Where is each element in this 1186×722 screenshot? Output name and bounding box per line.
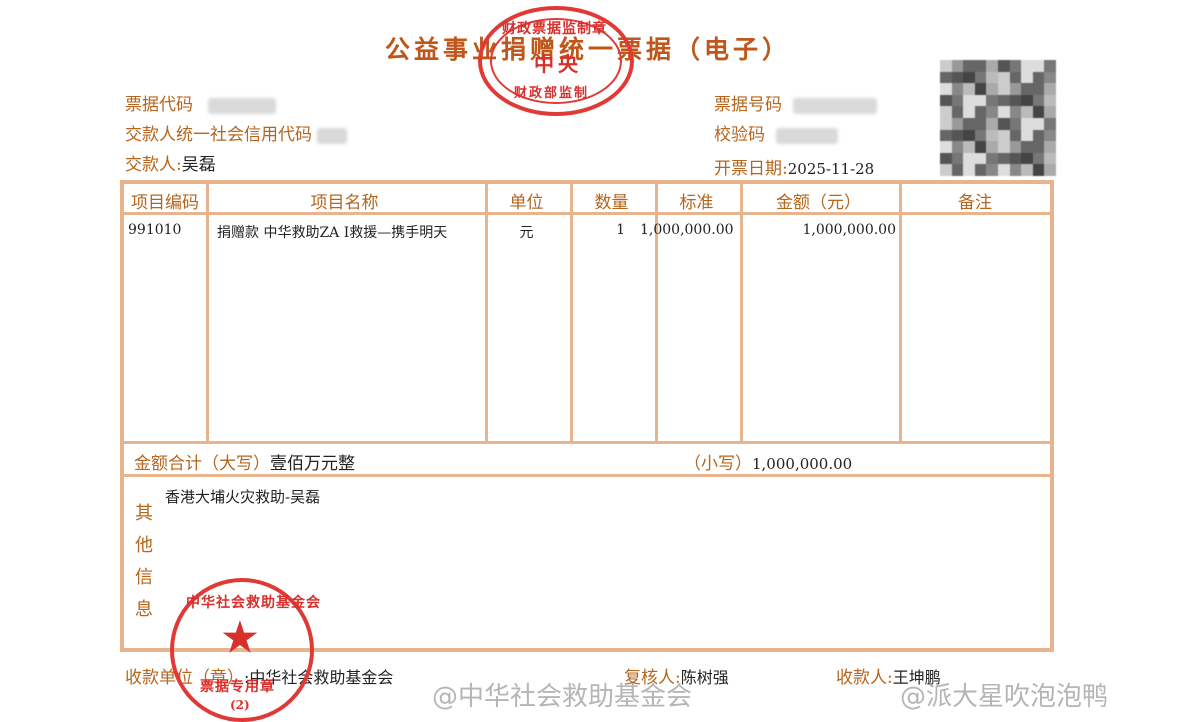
total-upper-value: 壹佰万元整 — [270, 454, 355, 474]
col-header-note: 备注 — [958, 193, 992, 213]
receipt-code-redacted — [208, 97, 277, 114]
issue-date-row: 开票日期:2025-11-28 — [714, 154, 874, 179]
col-header-name: 项目名称 — [310, 193, 379, 213]
col-header-qty: 数量 — [594, 193, 629, 213]
table-cell-qty: 1 — [616, 222, 625, 238]
stamp-number-text: (2) — [230, 698, 250, 712]
credit-code-redacted — [317, 127, 348, 144]
col-header-unit: 单位 — [509, 193, 544, 213]
check-code-label: 校验码 — [714, 125, 765, 145]
stamp-outer-text: 财政票据监制章 — [502, 21, 607, 37]
receipt-number-redacted — [793, 97, 878, 114]
watermark-left: @中华社会救助基金会 — [432, 682, 693, 712]
receipt-number-row: 票据号码 — [714, 90, 878, 115]
payer-row: 交款人:吴磊 — [125, 150, 216, 175]
star-icon: ★ — [222, 614, 258, 661]
total-lower-label: （小写） — [684, 454, 752, 474]
stamp-purpose-text: 票据专用章 — [200, 679, 275, 695]
stamp-center-text: 中央 — [534, 52, 582, 76]
payee-label: 收款人: — [836, 668, 893, 688]
col-header-amount: 金额（元） — [776, 193, 861, 213]
credit-code-row: 交款人统一社会信用代码 — [125, 120, 348, 145]
table-cell-standard: 1,000,000.00 — [640, 222, 734, 238]
table-cell-code: 991010 — [128, 222, 182, 238]
other-info-char: 他 — [135, 535, 153, 556]
other-info-label: 其 他 信 息 — [134, 498, 154, 626]
other-info-char: 信 — [135, 567, 153, 588]
total-lower-value: 1,000,000.00 — [752, 455, 853, 473]
check-code-redacted — [776, 127, 839, 144]
stamp-bottom-text: 财政部监制 — [514, 86, 590, 101]
receipt-number-label: 票据号码 — [714, 95, 782, 115]
table-cell-name: 捐赠款 中华救助ZA I救援—携手明天 — [217, 225, 448, 241]
receipt-code-row: 票据代码 — [125, 90, 277, 115]
col-header-code: 项目编码 — [131, 193, 199, 213]
payer-value: 吴磊 — [181, 155, 216, 175]
total-lower-row: （小写）1,000,000.00 — [684, 449, 852, 474]
payer-label: 交款人: — [125, 155, 182, 175]
other-info-text: 香港大埔火灾救助-吴磊 — [165, 488, 321, 506]
other-info-char: 其 — [135, 503, 153, 524]
issue-date-value: 2025-11-28 — [787, 160, 875, 178]
credit-code-label: 交款人统一社会信用代码 — [125, 125, 312, 145]
total-upper-row: 金额合计（大写）壹佰万元整 — [134, 449, 355, 474]
finance-supervision-stamp: 财政票据监制章 中央 财政部监制 — [478, 6, 634, 116]
col-header-standard: 标准 — [679, 193, 714, 213]
watermark-right: @派大星吹泡泡鸭 — [900, 682, 1109, 712]
table-cell-unit: 元 — [519, 225, 534, 241]
receipt-special-stamp: 中华社会救助基金会 ★ 票据专用章 (2) — [170, 578, 321, 722]
check-code-row: 校验码 — [714, 120, 839, 145]
other-info-char: 息 — [135, 599, 153, 620]
stamp-org-text: 中华社会救助基金会 — [186, 595, 321, 611]
table-cell-amount: 1,000,000.00 — [802, 222, 896, 238]
qr-code — [940, 60, 1056, 176]
total-upper-label: 金额合计（大写） — [134, 454, 270, 474]
receipt-code-label: 票据代码 — [125, 95, 193, 115]
issue-date-label: 开票日期: — [714, 159, 788, 179]
